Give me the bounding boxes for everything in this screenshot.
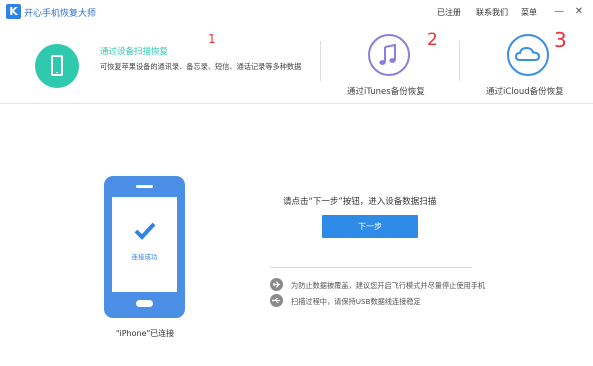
airplane-icon (270, 278, 283, 291)
registered-link[interactable]: 已注册 (437, 7, 461, 18)
phone-home-button (136, 300, 153, 307)
recovery-mode-selector: 通过设备扫描恢复 可恢复苹果设备的通讯录、备忘录、短信、通话记录等多种数据 1 … (0, 24, 593, 104)
phone-screen: 连接成功 (112, 197, 177, 292)
mode-itunes-label[interactable]: 通过iTunes备份恢复 (347, 85, 425, 97)
annotation-2: 2 (427, 30, 438, 50)
music-note-icon (368, 34, 410, 76)
mode-divider (459, 41, 460, 81)
annotation-3: 3 (554, 28, 567, 52)
mode-divider (320, 41, 321, 81)
mode-icloud-label[interactable]: 通过iCloud备份恢复 (486, 85, 564, 97)
annotation-1: 1 (208, 32, 216, 46)
checkmark-icon (134, 222, 156, 240)
phone-icon (35, 44, 79, 88)
connection-status: 连接成功 (131, 253, 158, 261)
tip-airplane-text: 为防止数据被覆盖，建议您开启飞行模式并尽量停止使用手机 (291, 281, 486, 290)
close-button[interactable]: ✕ (572, 5, 586, 19)
menu-button[interactable]: 菜单 (521, 7, 537, 18)
tip-usb-text: 扫描过程中，请保持USB数据线连接稳定 (291, 297, 421, 306)
next-step-button[interactable]: 下一步 (322, 215, 418, 238)
device-illustration: 连接成功 (104, 176, 185, 318)
device-caption: "iPhone"已连接 (115, 329, 175, 338)
mode-device-scan-description: 可恢复苹果设备的通讯录、备忘录、短信、通话记录等多种数据 (100, 62, 302, 71)
minimize-button[interactable]: — (552, 5, 566, 19)
usb-icon (270, 294, 283, 307)
phone-speaker (136, 185, 153, 188)
scan-prompt: 请点击“下一步”按钮，进入设备数据扫描 (283, 197, 437, 207)
cloud-icon (507, 34, 549, 76)
contact-us-link[interactable]: 联系我们 (476, 7, 508, 18)
tips-divider (270, 267, 472, 268)
app-title: 开心手机恢复大师 (24, 9, 97, 19)
title-bar: K 开心手机恢复大师 已注册 联系我们 菜单 — ✕ (0, 0, 593, 24)
app-logo-icon: K (6, 4, 21, 19)
mode-device-scan-title[interactable]: 通过设备扫描恢复 (100, 45, 168, 57)
